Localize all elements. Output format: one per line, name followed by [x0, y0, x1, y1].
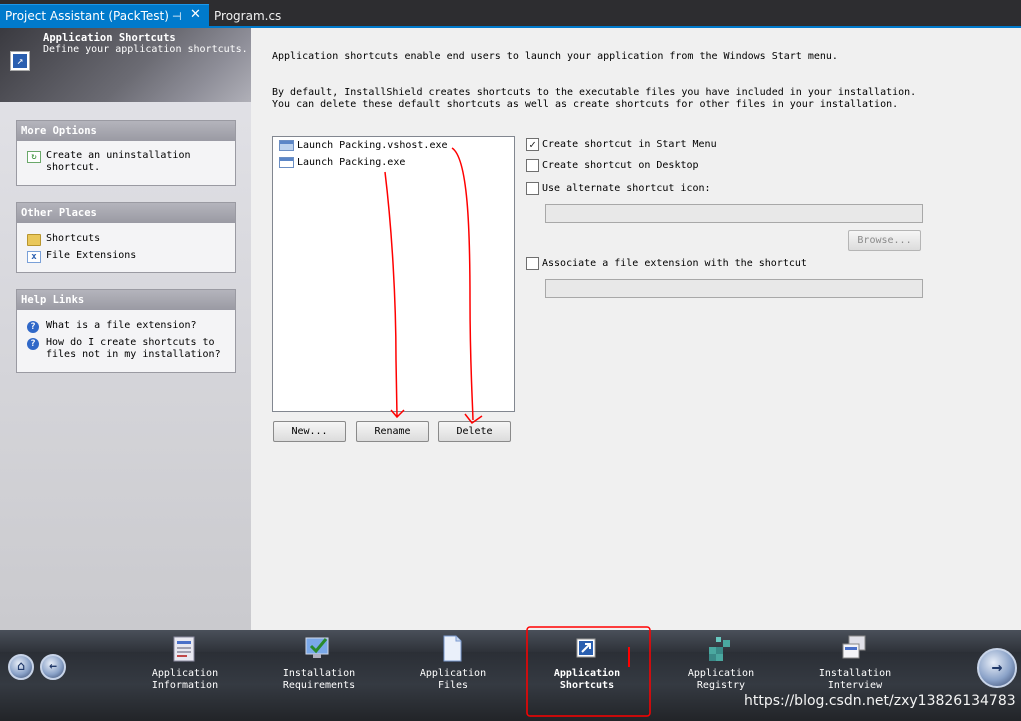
- nav-label-line: Shortcuts: [559, 680, 615, 691]
- watermark-text: https://blog.csdn.net/zxy13826134783: [744, 693, 1016, 709]
- list-item[interactable]: Launch Packing.exe: [279, 156, 405, 169]
- new-button[interactable]: New...: [273, 421, 346, 442]
- tab-program-cs[interactable]: Program.cs: [210, 4, 290, 27]
- list-item-label: Launch Packing.vshost.exe: [297, 140, 448, 151]
- nav-label-line: Application: [419, 668, 487, 679]
- checkbox-label: Create shortcut on Desktop: [542, 160, 699, 171]
- nav-label-line: Registry: [696, 680, 746, 691]
- application-shortcuts-icon: [576, 638, 596, 658]
- more-options-box: More Options ↻ Create an uninstallation …: [16, 120, 236, 186]
- application-registry-icon: [709, 637, 730, 661]
- help-link-create-shortcuts[interactable]: ? How do I create shortcuts to files not…: [17, 337, 235, 361]
- more-options-heading: More Options: [17, 121, 235, 141]
- nav-application-information[interactable]: Application Information: [130, 636, 240, 692]
- checkbox-label: Associate a file extension with the shor…: [542, 258, 807, 269]
- create-uninstall-shortcut-link[interactable]: ↻ Create an uninstallation shortcut.: [17, 150, 235, 174]
- tab-project-assistant[interactable]: Project Assistant (PackTest) ⊣ ✕: [0, 4, 209, 27]
- help-icon: ?: [27, 321, 39, 333]
- description-text: You can delete these default shortcuts a…: [272, 99, 899, 110]
- alternate-icon-checkbox-row[interactable]: Use alternate shortcut icon:: [526, 182, 711, 195]
- nav-label-line: Interview: [827, 680, 883, 691]
- exe-file-icon: [279, 140, 294, 151]
- alternate-icon-checkbox[interactable]: [526, 182, 539, 195]
- file-extension-field[interactable]: [545, 279, 923, 298]
- file-extensions-link[interactable]: x File Extensions: [17, 250, 235, 263]
- nav-installation-requirements[interactable]: Installation Requirements: [264, 637, 374, 692]
- desktop-checkbox-row[interactable]: Create shortcut on Desktop: [526, 159, 699, 172]
- link-line: Create an uninstallation: [46, 150, 191, 161]
- checkbox-label: Create shortcut in Start Menu: [542, 139, 717, 150]
- document-tab-strip: Project Assistant (PackTest) ⊣ ✕ Program…: [0, 0, 1021, 28]
- tab-label: Project Assistant (PackTest): [5, 9, 169, 23]
- panel-header: ↗ Application Shortcuts Define your appl…: [0, 28, 251, 102]
- nav-installation-interview[interactable]: Installation Interview: [800, 635, 910, 692]
- page-subtitle: Define your application shortcuts.: [43, 44, 248, 55]
- other-places-box: Other Places Shortcuts x File Extensions: [16, 202, 236, 273]
- file-extension-checkbox[interactable]: [526, 257, 539, 270]
- bottom-navigation-bar: ⌂ ← → Application Information Installati…: [0, 630, 1021, 721]
- file-extension-icon: x: [27, 251, 41, 263]
- alternate-icon-path-field[interactable]: [545, 204, 923, 223]
- nav-application-registry[interactable]: Application Registry: [666, 637, 776, 692]
- list-item-label: Launch Packing.exe: [297, 157, 406, 168]
- link-line: shortcut.: [46, 162, 101, 173]
- folder-icon: [27, 234, 41, 246]
- nav-label-line: Application: [151, 668, 219, 679]
- other-places-heading: Other Places: [17, 203, 235, 223]
- browse-button[interactable]: Browse...: [848, 230, 921, 251]
- exe-file-icon: [279, 157, 294, 168]
- help-links-box: Help Links ? What is a file extension? ?…: [16, 289, 236, 373]
- checkbox-label: Use alternate shortcut icon:: [542, 183, 711, 194]
- tab-label: Program.cs: [214, 8, 282, 23]
- shortcut-icon: ↗: [10, 51, 30, 71]
- link-line: files not in my installation?: [46, 349, 221, 360]
- file-extension-checkbox-row[interactable]: Associate a file extension with the shor…: [526, 257, 807, 270]
- uninstall-shortcut-icon: ↻: [27, 151, 41, 163]
- link-line: How do I create shortcuts to: [46, 337, 215, 348]
- rename-button[interactable]: Rename: [356, 421, 429, 442]
- application-information-icon: [173, 636, 195, 662]
- delete-button[interactable]: Delete: [438, 421, 511, 442]
- description-text: Application shortcuts enable end users t…: [272, 51, 838, 62]
- application-files-icon: [443, 635, 462, 662]
- nav-label-line: Files: [437, 680, 469, 691]
- nav-label-line: Application: [687, 668, 755, 679]
- nav-application-shortcuts[interactable]: Application Shortcuts: [532, 638, 642, 692]
- nav-label-line: Requirements: [282, 680, 356, 691]
- nav-application-files[interactable]: Application Files: [398, 635, 508, 692]
- installation-interview-icon: [842, 635, 866, 659]
- desktop-checkbox[interactable]: [526, 159, 539, 172]
- link-label: Shortcuts: [46, 233, 101, 244]
- home-icon[interactable]: ⌂: [8, 654, 34, 680]
- start-menu-checkbox-row[interactable]: ✓ Create shortcut in Start Menu: [526, 138, 717, 151]
- left-task-panel: ↗ Application Shortcuts Define your appl…: [0, 28, 251, 630]
- pin-icon[interactable]: ⊣: [172, 10, 182, 23]
- start-menu-checkbox[interactable]: ✓: [526, 138, 539, 151]
- back-arrow-icon[interactable]: ←: [40, 654, 66, 680]
- help-link-file-extension[interactable]: ? What is a file extension?: [17, 320, 235, 333]
- shortcuts-list[interactable]: Launch Packing.vshost.exe Launch Packing…: [272, 136, 515, 412]
- nav-label-line: Application: [553, 668, 621, 679]
- next-arrow-icon[interactable]: →: [977, 648, 1017, 688]
- nav-label-line: Installation: [818, 668, 892, 679]
- close-icon[interactable]: ✕: [190, 7, 201, 22]
- link-label: File Extensions: [46, 250, 137, 261]
- nav-label-line: Information: [151, 680, 219, 691]
- help-icon: ?: [27, 338, 39, 350]
- list-item[interactable]: Launch Packing.vshost.exe: [279, 139, 448, 152]
- nav-label-line: Installation: [282, 668, 356, 679]
- installation-requirements-icon: [305, 637, 329, 658]
- page-title: Application Shortcuts: [43, 32, 176, 44]
- main-content: Application shortcuts enable end users t…: [251, 28, 1021, 630]
- description-text: By default, InstallShield creates shortc…: [272, 87, 917, 98]
- shortcuts-link[interactable]: Shortcuts: [17, 233, 235, 246]
- link-label: What is a file extension?: [46, 320, 197, 331]
- help-links-heading: Help Links: [17, 290, 235, 310]
